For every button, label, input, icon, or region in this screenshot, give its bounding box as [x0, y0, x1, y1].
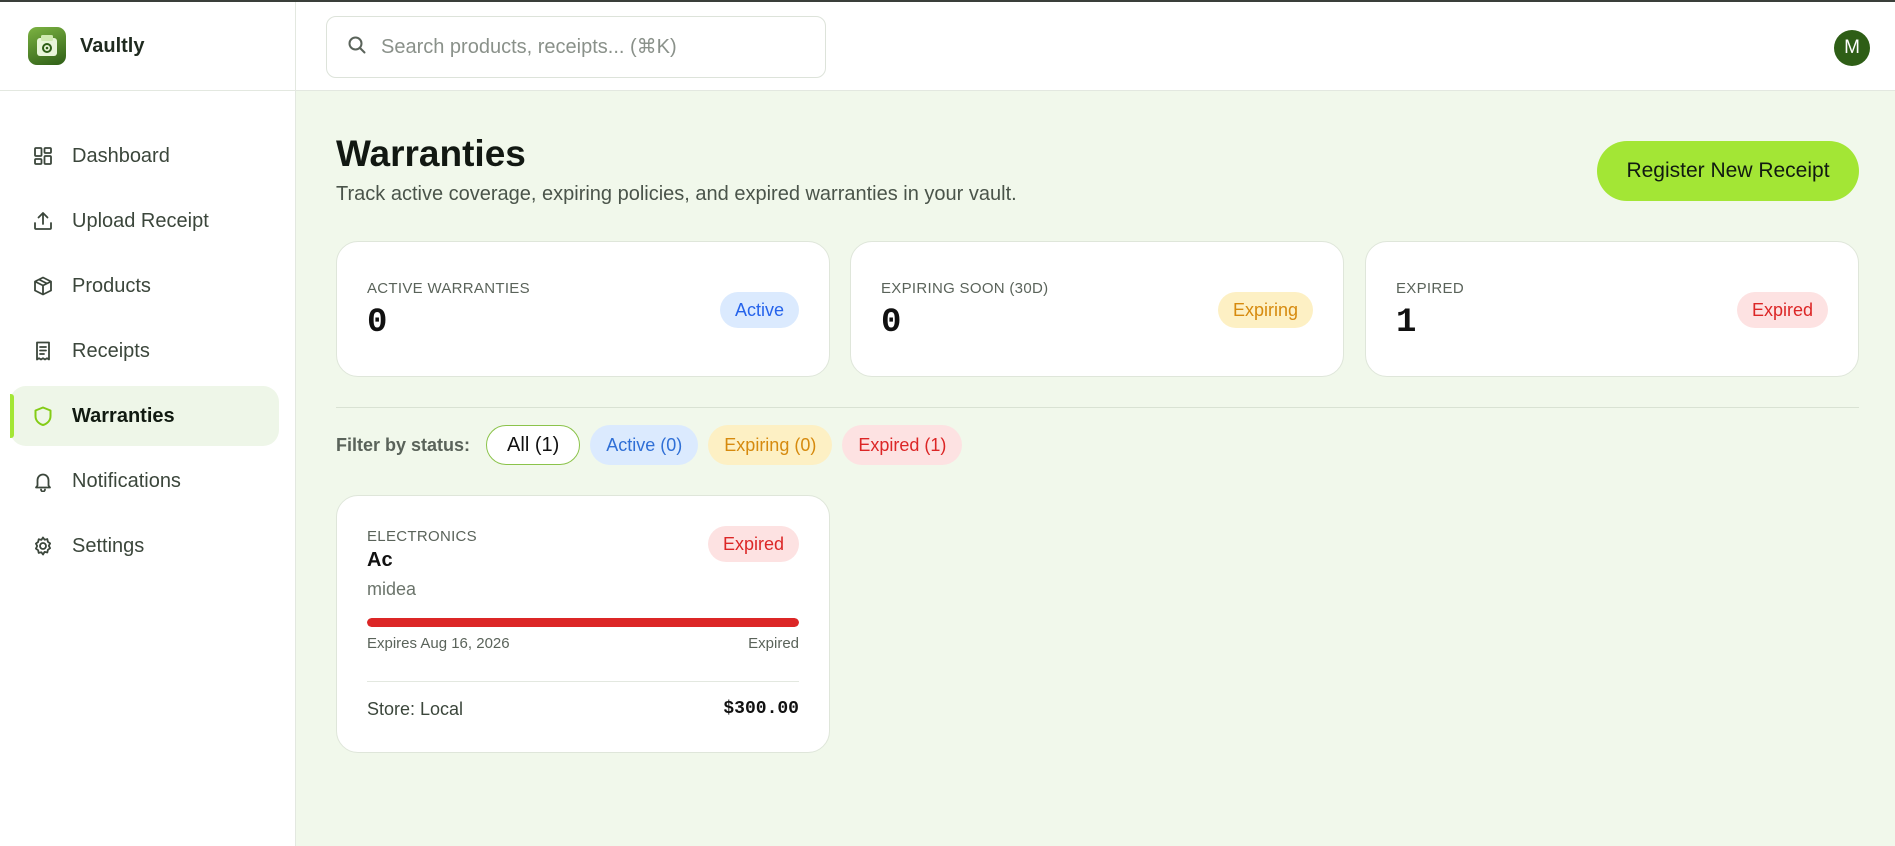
- filter-chip-expired[interactable]: Expired (1): [842, 425, 963, 465]
- main-content: Warranties Track active coverage, expiri…: [296, 91, 1895, 846]
- section-divider: [336, 407, 1859, 408]
- status-filter: Filter by status: All (1) Active (0) Exp…: [336, 424, 972, 466]
- warranty-store: Store: Local: [367, 699, 464, 719]
- avatar[interactable]: M: [1834, 30, 1870, 66]
- stat-value: 0: [367, 304, 388, 342]
- stat-label: EXPIRED: [1396, 280, 1464, 297]
- shield-icon: [32, 405, 54, 427]
- page-title: Warranties: [336, 133, 526, 174]
- sidebar-item-receipts[interactable]: Receipts: [10, 321, 279, 381]
- sidebar-item-products[interactable]: Products: [10, 256, 279, 316]
- top-header: M: [296, 2, 1895, 91]
- brand[interactable]: Vaultly: [0, 2, 295, 91]
- sidebar-item-warranties[interactable]: Warranties: [10, 386, 279, 446]
- warranty-progress-fill: [367, 618, 799, 627]
- receipt-icon: [32, 340, 54, 362]
- filter-chip-all[interactable]: All (1): [486, 425, 581, 465]
- box-icon: [32, 275, 54, 297]
- sidebar-item-upload-receipt[interactable]: Upload Receipt: [10, 191, 279, 251]
- stat-label: EXPIRING SOON (30D): [881, 280, 1049, 297]
- search-bar[interactable]: [326, 16, 826, 78]
- stat-label: ACTIVE WARRANTIES: [367, 280, 530, 297]
- sidebar-nav: Dashboard Upload Receipt Products Receip…: [0, 91, 295, 576]
- warranty-expiry-date: Expires Aug 16, 2026: [367, 635, 510, 652]
- search-icon: [347, 35, 367, 60]
- sidebar-item-label: Upload Receipt: [72, 209, 209, 232]
- vault-logo-icon: [28, 27, 66, 65]
- sidebar: Vaultly Dashboard Upload Receipt Product…: [0, 2, 296, 846]
- status-badge: Active: [719, 292, 799, 328]
- sidebar-item-notifications[interactable]: Notifications: [10, 451, 279, 511]
- sidebar-item-label: Products: [72, 274, 151, 297]
- warranty-product-name: Ac: [367, 549, 393, 571]
- sidebar-item-settings[interactable]: Settings: [10, 516, 279, 576]
- warranty-price: $300.00: [723, 699, 799, 719]
- status-badge: Expired: [707, 526, 799, 562]
- register-new-receipt-button[interactable]: Register New Receipt: [1597, 141, 1859, 201]
- filter-chip-expiring[interactable]: Expiring (0): [708, 425, 833, 465]
- warranty-progress-bar: [367, 618, 799, 627]
- status-badge: Expired: [1736, 292, 1828, 328]
- stat-value: 0: [881, 304, 902, 342]
- bell-icon: [32, 470, 54, 492]
- page-subtitle: Track active coverage, expiring policies…: [336, 183, 1017, 205]
- dashboard-icon: [32, 145, 54, 167]
- status-badge: Expiring: [1217, 292, 1313, 328]
- stat-card-expired: EXPIRED 1 Expired: [1365, 241, 1859, 377]
- warranty-expiry-status: Expired: [748, 635, 799, 652]
- filter-chip-active[interactable]: Active (0): [590, 425, 699, 465]
- card-divider: [367, 681, 799, 682]
- warranty-card[interactable]: ELECTRONICS Ac midea Expired Expires Aug…: [336, 495, 830, 753]
- upload-icon: [32, 210, 54, 232]
- sidebar-item-label: Receipts: [72, 339, 150, 362]
- sidebar-item-label: Notifications: [72, 469, 181, 492]
- warranty-brand: midea: [367, 579, 417, 599]
- sidebar-item-label: Warranties: [72, 404, 175, 427]
- stat-value: 1: [1396, 304, 1417, 342]
- sidebar-item-dashboard[interactable]: Dashboard: [10, 126, 279, 186]
- stat-card-active: ACTIVE WARRANTIES 0 Active: [336, 241, 830, 377]
- stat-card-expiring: EXPIRING SOON (30D) 0 Expiring: [850, 241, 1344, 377]
- sidebar-item-label: Dashboard: [72, 144, 170, 167]
- gear-icon: [32, 535, 54, 557]
- warranty-category: ELECTRONICS: [367, 528, 477, 545]
- filter-label: Filter by status:: [336, 434, 471, 455]
- sidebar-item-label: Settings: [72, 534, 145, 557]
- search-input[interactable]: [381, 35, 801, 59]
- app-name: Vaultly: [80, 34, 145, 57]
